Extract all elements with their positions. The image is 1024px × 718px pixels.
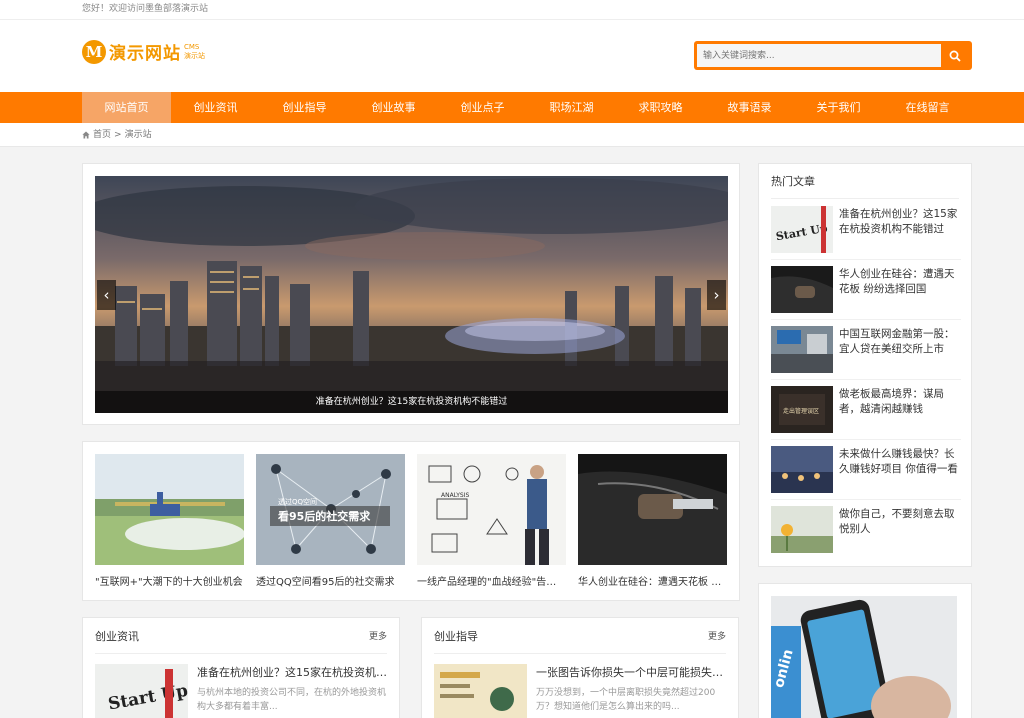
- hot-article-item[interactable]: Start Up 准备在杭州创业？这15家在杭投资机构不能错过: [771, 200, 961, 260]
- thumb-card[interactable]: 透过QQ空间 看95后的社交需求 透过QQ空间看95后的社交需求: [256, 454, 405, 588]
- thumb-card[interactable]: ANALYSIS 一线产品经理的"血战经验"告诉你...: [417, 454, 566, 588]
- hot-article-image[interactable]: [771, 446, 833, 493]
- nav-item-guide[interactable]: 创业指导: [260, 92, 349, 123]
- logo-sub: CMS 演示站: [184, 42, 205, 60]
- ad-image[interactable]: onlin: [771, 596, 957, 718]
- slider-next-button[interactable]: ›: [707, 280, 726, 310]
- logo-mark-icon: M: [82, 39, 106, 64]
- breadcrumb: 首页 > 演示站: [0, 123, 1024, 147]
- breadcrumb-home[interactable]: 首页: [93, 123, 111, 147]
- header: M 演示网站 CMS 演示站: [0, 20, 1024, 92]
- article-summary: 与杭州本地的投资公司不同，在杭的外地投资机构大多都有着丰富...: [197, 688, 387, 712]
- nav-item-home[interactable]: 网站首页: [82, 92, 171, 123]
- nav-item-news[interactable]: 创业资讯: [171, 92, 260, 123]
- more-link[interactable]: 更多: [369, 629, 387, 642]
- nav-item-workplace[interactable]: 职场江湖: [527, 92, 616, 123]
- hot-article-image[interactable]: [771, 506, 833, 553]
- hot-article-title[interactable]: 做老板最高境界：谋局者，越清闲越赚钱: [839, 387, 959, 417]
- hot-article-item[interactable]: 走出管理误区 做老板最高境界：谋局者，越清闲越赚钱: [771, 380, 961, 440]
- breadcrumb-separator: >: [114, 130, 122, 140]
- nav-item-quotes[interactable]: 故事语录: [705, 92, 794, 123]
- nav-item-message[interactable]: 在线留言: [883, 92, 972, 123]
- more-link[interactable]: 更多: [708, 629, 726, 642]
- slide-image[interactable]: ‹ › 准备在杭州创业？这15家在杭投资机构不能错过: [95, 176, 728, 413]
- article-title[interactable]: 准备在杭州创业？这15家在杭投资机构不能错过: [197, 664, 387, 680]
- hot-article-image[interactable]: 走出管理误区: [771, 386, 833, 433]
- article-image[interactable]: Start Up: [95, 664, 188, 718]
- hot-article-title[interactable]: 未来做什么赚钱最快？长久赚钱好项目 你值得一看: [839, 447, 959, 477]
- thumb-title[interactable]: 一线产品经理的"血战经验"告诉你...: [417, 573, 566, 588]
- hot-article-item[interactable]: 华人创业在硅谷：遭遇天花板 纷纷选择回国: [771, 260, 961, 320]
- featured-thumbnails: "互联网+"大潮下的十大创业机会 透过QQ空间 看95后的社交需求 透过QQ空间…: [82, 441, 740, 601]
- hot-article-title[interactable]: 准备在杭州创业？这15家在杭投资机构不能错过: [839, 207, 959, 237]
- thumb-title[interactable]: 华人创业在硅谷：遭遇天花板 纷纷选择回国: [578, 573, 727, 588]
- search-input[interactable]: [697, 44, 941, 67]
- search-button[interactable]: [941, 44, 969, 67]
- hot-article-image[interactable]: Start Up: [771, 206, 833, 253]
- hot-articles-panel: 热门文章 Start Up 准备在杭州创业？这15家在杭投资机构不能错过 华人创…: [758, 163, 972, 567]
- main-nav: 网站首页 创业资讯 创业指导 创业故事 创业点子 职场江湖 求职攻略 故事语录 …: [0, 92, 1024, 123]
- section-startup-news: 创业资讯 更多 Start Up 准备在杭州创业？这15家在杭投资机构不能错过 …: [82, 617, 400, 718]
- thumb-card[interactable]: 华人创业在硅谷：遭遇天花板 纷纷选择回国: [578, 454, 727, 588]
- home-icon: [82, 131, 90, 139]
- logo-name: 演示网站: [109, 44, 181, 64]
- welcome-text: 您好！欢迎访问墨鱼部落演示站: [82, 4, 209, 14]
- thumb-image-whiteboard[interactable]: ANALYSIS: [417, 454, 566, 565]
- thumb-image-airplane[interactable]: [95, 454, 244, 565]
- hot-article-title[interactable]: 中国互联网金融第一股：宜人贷在美纽交所上市: [839, 327, 959, 357]
- sidebar-ad: onlin: [758, 583, 972, 718]
- breadcrumb-current: 演示站: [124, 130, 152, 140]
- nav-item-about[interactable]: 关于我们: [794, 92, 883, 123]
- hot-article-image[interactable]: [771, 266, 833, 313]
- thumb-overlay-line1: 透过QQ空间: [278, 497, 317, 506]
- hot-article-image[interactable]: [771, 326, 833, 373]
- section-startup-guide: 创业指导 更多 一张图告诉你损失一个中层可能损失200万 万万没想到，一个中层离…: [421, 617, 739, 718]
- site-logo[interactable]: M 演示网站 CMS 演示站: [82, 39, 205, 64]
- hot-articles-title: 热门文章: [771, 164, 959, 199]
- main-content: ‹ › 准备在杭州创业？这15家在杭投资机构不能错过 "互联网+"大潮下的十大创…: [82, 147, 972, 718]
- thumb-title[interactable]: "互联网+"大潮下的十大创业机会: [95, 573, 244, 588]
- thumb-overlay-line2: 看95后的社交需求: [278, 509, 371, 523]
- top-bar: 您好！欢迎访问墨鱼部落演示站: [0, 0, 1024, 20]
- section-title: 创业指导: [434, 629, 478, 643]
- article-title[interactable]: 一张图告诉你损失一个中层可能损失200万: [536, 664, 726, 680]
- thumb-title[interactable]: 透过QQ空间看95后的社交需求: [256, 573, 405, 588]
- section-title: 创业资讯: [95, 629, 139, 643]
- slide-caption[interactable]: 准备在杭州创业？这15家在杭投资机构不能错过: [95, 391, 728, 413]
- nav-item-jobs[interactable]: 求职攻略: [616, 92, 705, 123]
- image-slider: ‹ › 准备在杭州创业？这15家在杭投资机构不能错过: [82, 163, 740, 425]
- hot-article-title[interactable]: 华人创业在硅谷：遭遇天花板 纷纷选择回国: [839, 267, 959, 297]
- book-label: 走出管理误区: [783, 407, 819, 415]
- search-icon: [949, 50, 961, 62]
- nav-item-ideas[interactable]: 创业点子: [438, 92, 527, 123]
- article-image[interactable]: [434, 664, 527, 718]
- search-box: [694, 41, 972, 70]
- hot-article-title[interactable]: 做你自己，不要刻意去取悦别人: [839, 507, 959, 537]
- thumb-card[interactable]: "互联网+"大潮下的十大创业机会: [95, 454, 244, 588]
- hot-article-item[interactable]: 做你自己，不要刻意去取悦别人: [771, 500, 961, 560]
- article-summary: 万万没想到，一个中层离职损失竟然超过200万？想知道他们是怎么算出来的吗...: [536, 688, 716, 712]
- slider-prev-button[interactable]: ‹: [97, 280, 116, 310]
- thumb-image-car-door[interactable]: [578, 454, 727, 565]
- nav-item-stories[interactable]: 创业故事: [349, 92, 438, 123]
- analysis-label: ANALYSIS: [441, 492, 469, 499]
- thumb-image-network[interactable]: 透过QQ空间 看95后的社交需求: [256, 454, 405, 565]
- hot-article-item[interactable]: 中国互联网金融第一股：宜人贷在美纽交所上市: [771, 320, 961, 380]
- hot-article-item[interactable]: 未来做什么赚钱最快？长久赚钱好项目 你值得一看: [771, 440, 961, 500]
